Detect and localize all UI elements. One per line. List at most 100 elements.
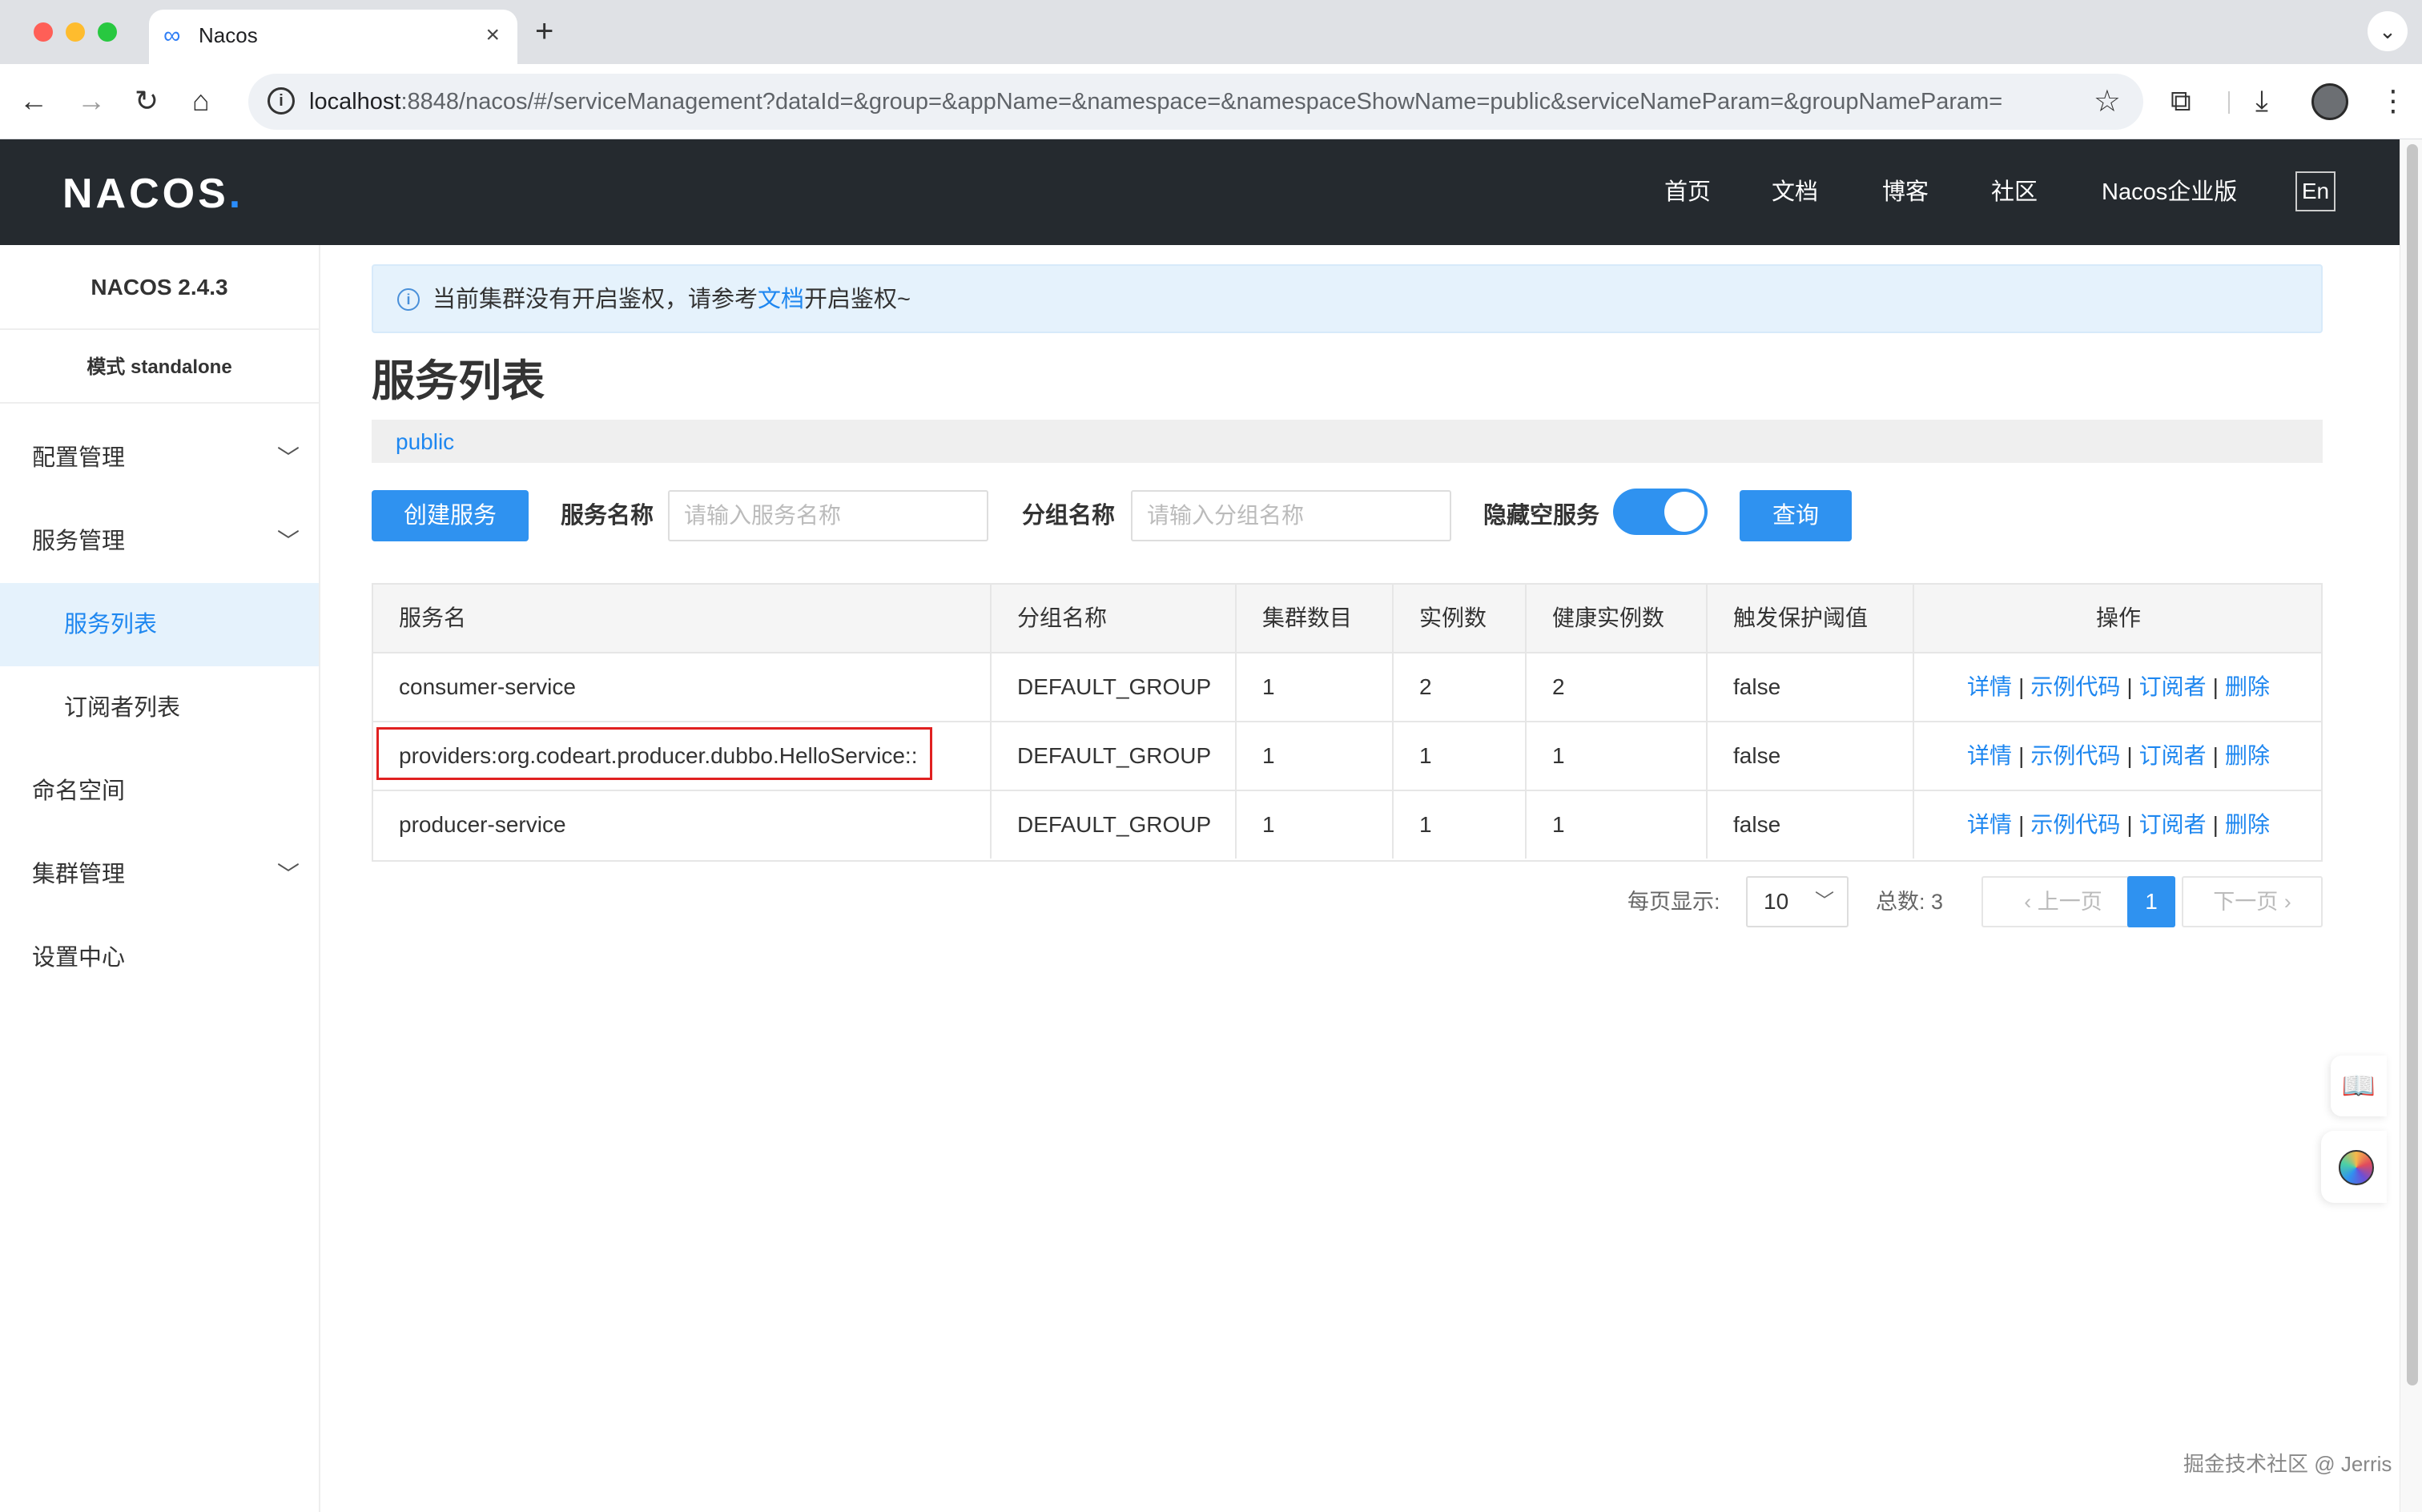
sidebar-item-namespace[interactable]: 命名空间 — [0, 750, 319, 833]
detail-link[interactable]: 详情 — [1967, 674, 2012, 699]
cell-group-name: DEFAULT_GROUP — [992, 722, 1237, 790]
sample-code-link[interactable]: 示例代码 — [2030, 812, 2120, 837]
sample-code-link[interactable]: 示例代码 — [2030, 743, 2120, 768]
chevron-down-icon: ﹀ — [1815, 891, 1834, 912]
cell-cluster-count: 1 — [1237, 722, 1394, 790]
column-header-actions: 操作 — [2095, 605, 2141, 630]
cell-group-name: DEFAULT_GROUP — [992, 791, 1237, 859]
url-path: :8848/nacos/#/serviceManagement?dataId=&… — [400, 89, 2003, 115]
extensions-icon[interactable]: ⧉ — [2171, 82, 2191, 120]
action-separator: | — [2126, 743, 2133, 768]
namespace-public-link[interactable]: public — [396, 426, 454, 458]
book-icon[interactable]: 📖 — [2331, 1056, 2387, 1116]
sidebar-item-label: 服务列表 — [64, 612, 158, 637]
url-text[interactable]: localhost:8848/nacos/#/serviceManagement… — [309, 86, 2002, 117]
action-separator: | — [2212, 743, 2219, 768]
sidebar-item-label: 命名空间 — [32, 778, 126, 804]
chevron-down-icon: ﹀ — [276, 862, 300, 887]
sidebar-item-label: 设置中心 — [32, 945, 126, 971]
address-bar[interactable]: i localhost:8848/nacos/#/serviceManageme… — [248, 74, 2143, 130]
nav-blog-link[interactable]: 博客 — [1882, 175, 1929, 210]
prev-page-label: 上一页 — [2037, 890, 2102, 914]
new-tab-icon[interactable]: + — [535, 11, 553, 51]
next-page-button[interactable]: 下一页 › — [2182, 876, 2323, 927]
cell-group-name: DEFAULT_GROUP — [992, 653, 1237, 721]
per-page-label: 每页显示: — [1627, 890, 1720, 914]
cell-protect-threshold: false — [1708, 791, 1914, 859]
browser-tab[interactable]: ∞ Nacos × — [149, 10, 517, 64]
column-header-instance-count: 实例数 — [1394, 585, 1527, 652]
forward-icon[interactable]: → — [77, 83, 106, 119]
scrollbar-thumb[interactable] — [2407, 144, 2418, 1385]
cell-healthy-instances: 1 — [1527, 791, 1708, 859]
subscribers-link[interactable]: 订阅者 — [2139, 812, 2207, 837]
profile-avatar[interactable] — [2311, 83, 2348, 120]
toolbar-divider — [2228, 91, 2230, 114]
delete-link[interactable]: 删除 — [2225, 674, 2270, 699]
reload-icon[interactable]: ↻ — [135, 83, 159, 119]
notice-docs-link[interactable]: 文档 — [758, 287, 804, 312]
page-title: 服务列表 — [372, 357, 545, 405]
hide-empty-toggle[interactable] — [1613, 489, 1708, 535]
delete-link[interactable]: 删除 — [2225, 812, 2270, 837]
sidebar-item-config-management[interactable]: 配置管理 ﹀ — [0, 416, 319, 500]
chevron-down-icon: ﹀ — [276, 445, 300, 470]
action-separator: | — [2212, 812, 2219, 837]
site-info-icon[interactable]: i — [268, 87, 295, 115]
window-close-button[interactable] — [34, 22, 53, 42]
download-icon[interactable]: ⤓ — [2255, 82, 2268, 120]
sample-code-link[interactable]: 示例代码 — [2030, 674, 2120, 699]
service-table: 服务名 分组名称 集群数目 实例数 健康实例数 触发保护阈值 操作 consum… — [372, 583, 2323, 862]
subscribers-link[interactable]: 订阅者 — [2139, 674, 2207, 699]
info-icon: i — [397, 288, 420, 311]
notice-text-before: 当前集群没有开启鉴权，请参考 — [432, 287, 758, 312]
action-separator: | — [2018, 743, 2025, 768]
cell-service-name: consumer-service — [373, 653, 992, 721]
sidebar: NACOS 2.4.3 模式 standalone 配置管理 ﹀ 服务管理 ﹀ … — [0, 245, 320, 1512]
browser-tabstrip: ∞ Nacos × + ⌄ — [0, 0, 2422, 64]
home-icon[interactable]: ⌂ — [192, 83, 210, 119]
logo-dot: . — [228, 171, 244, 217]
nav-community-link[interactable]: 社区 — [1991, 175, 2038, 210]
page-1-button[interactable]: 1 — [2127, 876, 2175, 927]
per-page-select[interactable]: 10 ﹀ — [1746, 876, 1849, 927]
version-label: NACOS 2.4.3 — [0, 245, 319, 330]
sidebar-item-settings-center[interactable]: 设置中心 — [0, 916, 319, 999]
language-switch-button[interactable]: En — [2295, 171, 2336, 211]
window-zoom-button[interactable] — [98, 22, 117, 42]
cell-instance-count: 2 — [1394, 653, 1527, 721]
detail-link[interactable]: 详情 — [1967, 812, 2012, 837]
window-minimize-button[interactable] — [66, 22, 85, 42]
assistant-widget[interactable] — [2321, 1131, 2387, 1203]
cell-actions: 详情 | 示例代码 | 订阅者 | 删除 — [1914, 791, 2323, 859]
nacos-logo[interactable]: NACOS. — [62, 170, 243, 218]
sidebar-item-service-management[interactable]: 服务管理 ﹀ — [0, 500, 319, 583]
bookmark-star-icon[interactable]: ☆ — [2094, 83, 2121, 120]
tab-close-icon[interactable]: × — [485, 21, 500, 50]
cell-cluster-count: 1 — [1237, 653, 1394, 721]
sidebar-item-subscriber-list[interactable]: 订阅者列表 — [0, 666, 319, 750]
page-scrollbar[interactable] — [2400, 139, 2422, 1512]
prev-page-button[interactable]: ‹ 上一页 — [1981, 876, 2145, 927]
service-name-input[interactable] — [668, 490, 988, 541]
group-name-input[interactable] — [1131, 490, 1451, 541]
namespace-bar: public — [372, 420, 2323, 463]
toggle-knob — [1664, 492, 1704, 532]
more-menu-icon[interactable]: ⋮ — [2379, 82, 2408, 120]
subscribers-link[interactable]: 订阅者 — [2139, 743, 2207, 768]
create-service-button[interactable]: 创建服务 — [372, 490, 529, 541]
delete-link[interactable]: 删除 — [2225, 743, 2270, 768]
sidebar-item-cluster-management[interactable]: 集群管理 ﹀ — [0, 833, 319, 916]
assistant-orb-icon — [2339, 1150, 2374, 1185]
nav-enterprise-link[interactable]: Nacos企业版 — [2102, 175, 2237, 210]
nav-docs-link[interactable]: 文档 — [1772, 175, 1818, 210]
sidebar-item-service-list[interactable]: 服务列表 — [0, 583, 319, 666]
cell-protect-threshold: false — [1708, 722, 1914, 790]
cell-service-name: providers:org.codeart.producer.dubbo.Hel… — [373, 722, 992, 790]
next-page-label: 下一页 — [2213, 890, 2279, 914]
detail-link[interactable]: 详情 — [1967, 743, 2012, 768]
tab-search-icon[interactable]: ⌄ — [2368, 11, 2408, 51]
query-button[interactable]: 查询 — [1740, 490, 1852, 541]
nav-home-link[interactable]: 首页 — [1664, 175, 1711, 210]
back-icon[interactable]: ← — [19, 83, 48, 119]
